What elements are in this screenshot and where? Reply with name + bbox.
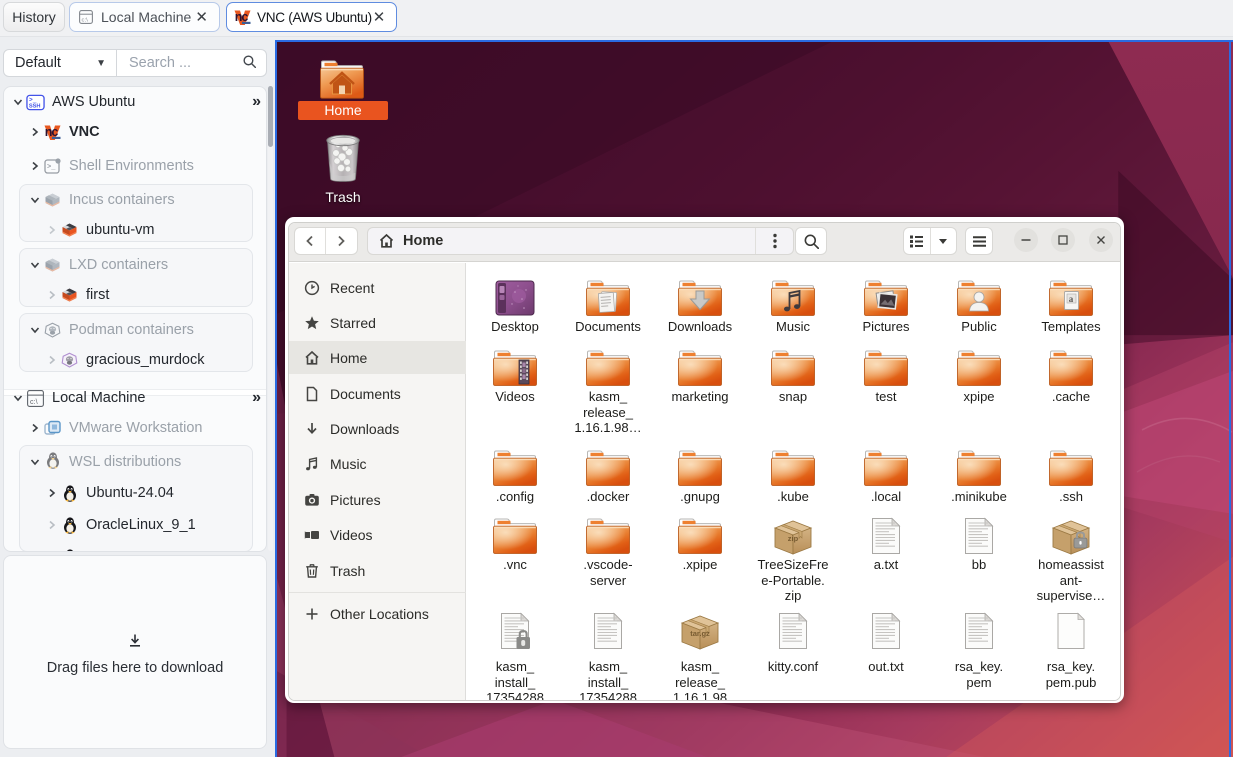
svg-text:SSH: SSH [29,103,41,109]
svg-text:c:\: c:\ [82,17,89,23]
svg-text:>_: >_ [29,96,37,103]
svg-text:tar.gz: tar.gz [690,629,710,638]
svg-text:a: a [1069,294,1074,304]
svg-text:nc: nc [45,125,59,139]
svg-text:zip: zip [788,534,799,543]
svg-text:nc: nc [235,10,249,24]
svg-text:c:\: c:\ [30,397,38,405]
svg-text:>_: >_ [47,164,56,172]
